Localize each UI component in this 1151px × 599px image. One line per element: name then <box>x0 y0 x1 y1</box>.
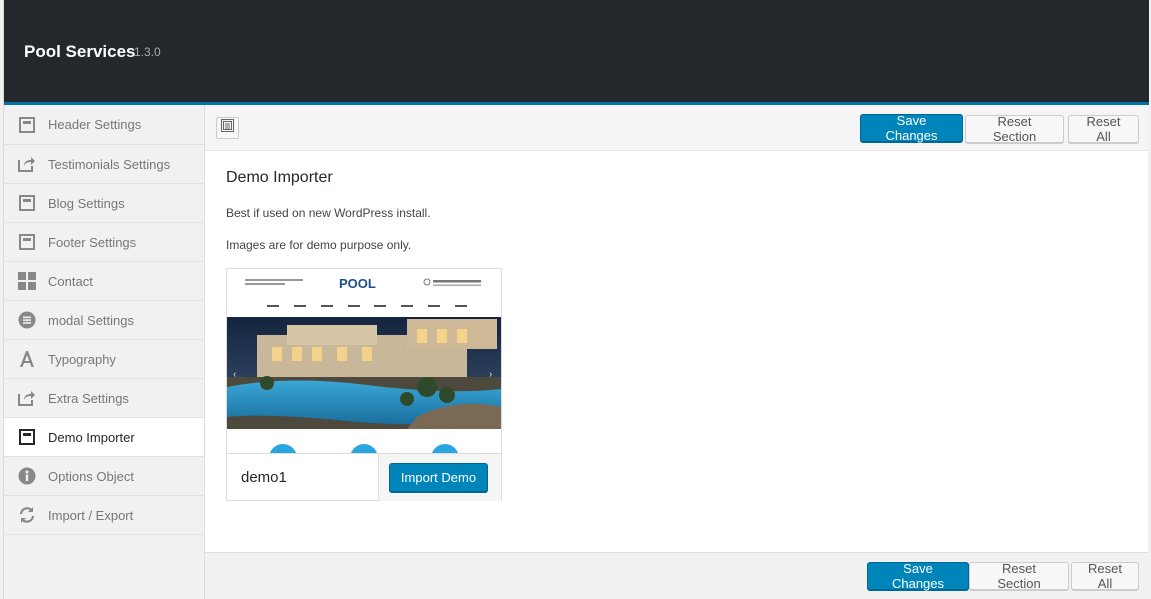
sidebar-item-header-settings[interactable]: Header Settings <box>4 105 204 145</box>
reset-all-button-bottom[interactable]: Reset All <box>1071 561 1139 591</box>
sidebar-item-label: Options Object <box>48 468 134 484</box>
demo-preview-logo: POOL <box>339 276 376 291</box>
sidebar-item-label: Testimonials Settings <box>48 156 171 172</box>
sidebar-item-footer-settings[interactable]: Footer Settings <box>4 223 204 262</box>
share-icon <box>18 389 36 407</box>
sidebar-item-testimonials-settings[interactable]: Testimonials Settings <box>4 145 204 184</box>
panel-header: Pool Services 1.3.0 <box>4 0 1149 105</box>
sidebar-item-extra-settings[interactable]: Extra Settings <box>4 379 204 418</box>
info-icon <box>18 467 36 485</box>
sidebar-item-label: Demo Importer <box>48 429 135 445</box>
section-content: Demo Importer Best if used on new WordPr… <box>205 151 1148 552</box>
panel-title: Pool Services <box>24 42 136 61</box>
sidebar-item-label: Extra Settings <box>48 390 129 406</box>
layout-icon <box>18 233 36 251</box>
share-icon <box>18 155 36 173</box>
sidebar-item-label: modal Settings <box>48 312 134 328</box>
sidebar-item-blog-settings[interactable]: Blog Settings <box>4 184 204 223</box>
sidebar-item-label: Contact <box>48 273 93 289</box>
svg-text:›: › <box>489 369 492 380</box>
sidebar-item-contact[interactable]: Contact <box>4 262 204 301</box>
save-changes-button-bottom[interactable]: Save Changes <box>867 561 969 591</box>
sidebar-item-options-object[interactable]: Options Object <box>4 457 204 496</box>
demo-actions: Import Demo <box>378 454 501 501</box>
sidebar-item-import-export[interactable]: Import / Export <box>4 496 204 535</box>
typography-icon <box>18 350 36 368</box>
svg-text:‹: ‹ <box>233 369 236 380</box>
list-circle-icon <box>18 311 36 329</box>
layout-icon <box>18 116 36 134</box>
sidebar-item-typography[interactable]: Typography <box>4 340 204 379</box>
expand-icon <box>221 119 234 137</box>
refresh-icon <box>18 506 36 524</box>
sidebar-item-label: Header Settings <box>48 117 142 132</box>
section-description: Best if used on new WordPress install. <box>226 206 431 220</box>
layout-icon <box>18 194 36 212</box>
reset-all-button[interactable]: Reset All <box>1068 114 1139 144</box>
save-changes-button[interactable]: Save Changes <box>860 113 963 143</box>
layout-icon <box>18 428 36 446</box>
sidebar-item-label: Import / Export <box>48 507 134 523</box>
sidebar-item-demo-importer[interactable]: Demo Importer <box>4 418 204 457</box>
demo-card: POOL ‹ › demo1 Import Demo <box>226 268 502 501</box>
reset-section-button-bottom[interactable]: Reset Section <box>969 561 1069 591</box>
expand-options-button[interactable] <box>216 117 239 139</box>
demo-preview-image: POOL ‹ › <box>227 269 501 453</box>
import-demo-button[interactable]: Import Demo <box>389 463 488 492</box>
grid-icon <box>18 272 36 290</box>
demo-card-footer: demo1 Import Demo <box>227 453 501 501</box>
sidebar-item-modal-settings[interactable]: modal Settings <box>4 301 204 340</box>
options-panel: Pool Services 1.3.0 Header Settings Test… <box>3 0 1149 599</box>
demo-name: demo1 <box>241 469 287 486</box>
main-panel: Save Changes Reset Section Reset All Dem… <box>205 105 1148 599</box>
bottom-toolbar: Save Changes Reset Section Reset All <box>205 552 1148 599</box>
sidebar: Header Settings Testimonials Settings Bl… <box>4 105 205 599</box>
sidebar-item-label: Typography <box>48 351 116 367</box>
sidebar-item-label: Blog Settings <box>48 195 125 211</box>
section-title: Demo Importer <box>226 169 333 186</box>
sidebar-item-label: Footer Settings <box>48 234 137 250</box>
panel-version: 1.3.0 <box>134 45 161 59</box>
reset-section-button[interactable]: Reset Section <box>965 114 1064 144</box>
top-toolbar: Save Changes Reset Section Reset All <box>205 105 1148 151</box>
section-note: Images are for demo purpose only. <box>226 238 412 252</box>
